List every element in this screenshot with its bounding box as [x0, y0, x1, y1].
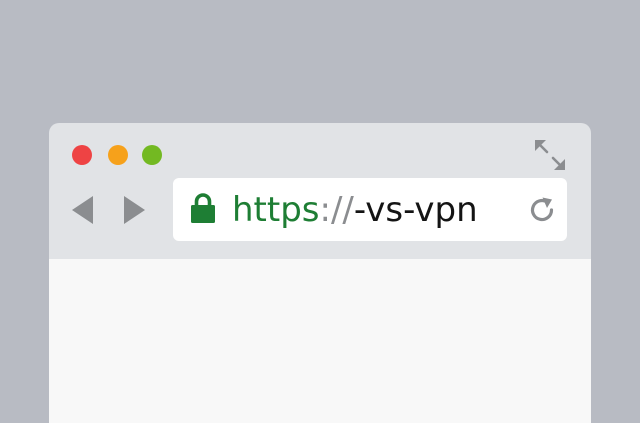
- address-bar[interactable]: https://-vs-vpn: [173, 178, 567, 241]
- maximize-window-button[interactable]: [142, 145, 162, 165]
- forward-button[interactable]: [120, 194, 148, 226]
- back-arrow-icon: [72, 196, 93, 224]
- browser-toolbar: https://-vs-vpn: [49, 123, 591, 259]
- reload-icon: [530, 197, 554, 222]
- reload-button[interactable]: [528, 196, 556, 224]
- lock-icon: [190, 192, 216, 224]
- url-text[interactable]: https://-vs-vpn: [232, 182, 478, 238]
- url-separator: ://: [319, 190, 354, 230]
- url-protocol: https: [232, 190, 320, 230]
- url-host: -vs-vpn: [353, 190, 478, 230]
- back-button[interactable]: [69, 194, 97, 226]
- expand-icon[interactable]: [533, 138, 567, 172]
- minimize-window-button[interactable]: [108, 145, 128, 165]
- forward-arrow-icon: [124, 196, 145, 224]
- page-content-area: [49, 259, 591, 423]
- browser-window: https://-vs-vpn: [49, 123, 591, 423]
- close-window-button[interactable]: [72, 145, 92, 165]
